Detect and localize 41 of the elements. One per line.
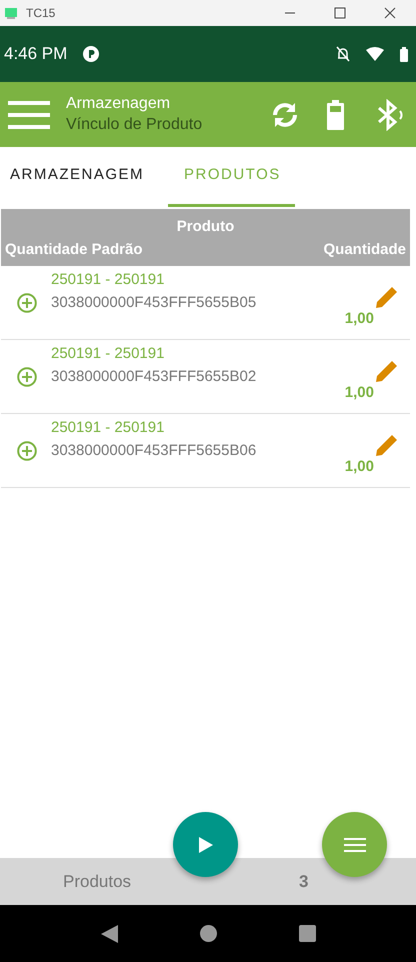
quantity-value: 1,00 bbox=[344, 383, 374, 403]
clock-time: 4:46 PM bbox=[4, 43, 68, 66]
add-icon[interactable] bbox=[17, 440, 37, 460]
product-code: 250191 - 250191 bbox=[51, 344, 166, 364]
product-count: 3 bbox=[299, 870, 309, 893]
back-icon[interactable] bbox=[100, 924, 118, 942]
tab[interactable]: ARMAZENAGEM bbox=[0, 147, 158, 207]
play-button[interactable] bbox=[173, 812, 238, 877]
recents-icon[interactable] bbox=[298, 925, 316, 942]
mute-icon bbox=[336, 46, 350, 62]
app-icon bbox=[4, 6, 18, 20]
product-code: 250191 - 250191 bbox=[51, 270, 166, 290]
footer-label: Produtos bbox=[63, 870, 132, 893]
app-title: Armazenagem bbox=[66, 94, 172, 114]
play-icon bbox=[198, 836, 212, 852]
screen-subtitle: Vínculo de Produto bbox=[66, 114, 204, 134]
menu-icon bbox=[344, 836, 366, 852]
edit-icon[interactable] bbox=[376, 286, 398, 308]
notification-icon bbox=[83, 46, 100, 62]
column-header: Produto bbox=[176, 217, 236, 237]
column-header: Quantidade Padrão bbox=[5, 240, 143, 260]
quantity-value: 1,00 bbox=[344, 309, 374, 329]
edit-icon[interactable] bbox=[376, 360, 398, 382]
product-tag: 3038000000F453FFF5655B05 bbox=[51, 292, 345, 314]
menu-icon[interactable] bbox=[8, 100, 50, 130]
close-icon[interactable] bbox=[384, 7, 396, 19]
maximize-icon[interactable] bbox=[334, 7, 346, 19]
window-title: TC15 bbox=[26, 5, 56, 22]
battery-icon bbox=[400, 46, 408, 62]
product-tag: 3038000000F453FFF5655B02 bbox=[51, 366, 345, 388]
product-tag: 3038000000F453FFF5655B06 bbox=[51, 440, 345, 462]
wifi-icon bbox=[366, 47, 384, 61]
menu-button[interactable] bbox=[322, 812, 387, 877]
product-code: 250191 - 250191 bbox=[51, 418, 166, 438]
add-icon[interactable] bbox=[17, 366, 37, 386]
column-header: Quantidade bbox=[323, 240, 406, 260]
battery-icon[interactable] bbox=[327, 100, 344, 130]
home-icon[interactable] bbox=[200, 925, 216, 942]
quantity-value: 1,00 bbox=[344, 457, 374, 477]
add-icon[interactable] bbox=[17, 292, 37, 312]
edit-icon[interactable] bbox=[376, 434, 398, 456]
